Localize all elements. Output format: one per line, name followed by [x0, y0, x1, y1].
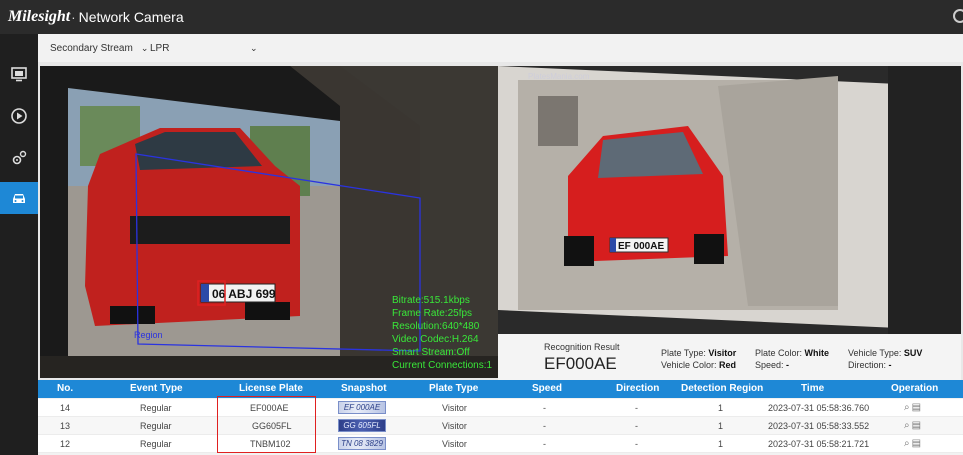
sidebar: [0, 34, 38, 455]
direction-info: Direction: -: [848, 360, 892, 370]
search-icon[interactable]: ⌕: [904, 420, 910, 431]
license-plate-highlight: [217, 396, 316, 453]
table-row[interactable]: 14 Regular EF000AE EF 000AE Visitor - - …: [38, 399, 963, 417]
osd-bitrate: Bitrate:515.1kbps: [392, 295, 470, 306]
plate-color-value: White: [804, 348, 830, 358]
chevron-down-icon: ⌄: [250, 42, 258, 53]
chevron-down-icon: ⌄: [140, 42, 149, 53]
search-icon[interactable]: ⌕: [904, 402, 910, 413]
vehicle-type-value: SUV: [903, 348, 923, 358]
sidebar-item-lpr[interactable]: [0, 182, 38, 214]
snapshot-scene: EF 000AE: [498, 66, 961, 334]
snapshot-thumbnail[interactable]: TN 08 3829: [338, 437, 386, 450]
col-snapshot: Snapshot: [341, 383, 387, 394]
plate-color-info: Plate Color: White: [755, 348, 830, 358]
brand-separator: ·: [71, 9, 76, 25]
col-direction: Direction: [616, 383, 660, 394]
top-bar: Milesight · Network Camera: [0, 0, 963, 34]
osd-smart-stream: Smart Stream:Off: [392, 347, 470, 358]
recognition-result-panel: Recognition Result EF000AE Plate Type: V…: [498, 334, 961, 380]
mode-select[interactable]: LPR ⌄: [150, 42, 258, 54]
col-no: No.: [57, 383, 74, 394]
monitor-icon: [11, 67, 27, 82]
vehicle-type-info: Vehicle Type: SUV: [848, 348, 923, 358]
operation-icons[interactable]: ⌕ ▤: [904, 399, 921, 417]
col-detection-region: Detection Region: [681, 383, 764, 394]
sidebar-item-playback[interactable]: [0, 100, 38, 132]
osd-overlay: Bitrate:515.1kbps Frame Rate:25fps Resol…: [392, 294, 492, 372]
toolbar: Secondary Stream ⌄ LPR ⌄: [38, 34, 963, 62]
vehicle-color-value: Red: [719, 360, 737, 370]
speed-value: -: [786, 360, 790, 370]
snapshot-thumbnail[interactable]: EF 000AE: [338, 401, 386, 414]
snapshot-viewer[interactable]: EF 000AE PlatesMania.com: [498, 66, 961, 334]
table-header: No. Event Type License Plate Snapshot Pl…: [38, 380, 963, 398]
direction-value: -: [888, 360, 892, 370]
video-area: 06 ABJ 699 Region Bitrate:515.1kbps Fram…: [38, 62, 963, 380]
detail-icon[interactable]: ▤: [912, 402, 921, 413]
stream-select[interactable]: Secondary Stream ⌄: [50, 43, 148, 54]
osd-connections: Current Connections:1: [392, 360, 493, 371]
search-icon[interactable]: ⌕: [904, 438, 910, 449]
car-icon: [13, 194, 25, 203]
osd-video-codec: Video Codec:H.264: [392, 334, 479, 345]
col-operation: Operation: [891, 383, 939, 394]
snapshot-thumbnail[interactable]: GG 605FL: [338, 419, 386, 432]
table-row[interactable]: 13 Regular GG605FL GG 605FL Visitor - - …: [38, 417, 963, 435]
sidebar-item-live-view[interactable]: [0, 58, 38, 90]
col-speed: Speed: [532, 383, 563, 394]
col-time: Time: [801, 383, 825, 394]
snapshot-watermark: PlatesMania.com: [528, 72, 590, 81]
roi-label: Region: [134, 330, 163, 340]
col-event-type: Event Type: [130, 383, 183, 394]
live-plate-text: 06 ABJ 699: [212, 287, 276, 301]
stream-select-value: Secondary Stream: [50, 42, 133, 54]
brand-logo: Milesight: [8, 8, 71, 25]
operation-icons[interactable]: ⌕ ▤: [904, 435, 921, 453]
plate-type-info: Plate Type: Visitor: [661, 348, 737, 358]
recognition-result-title: Recognition Result: [544, 342, 620, 352]
vehicle-color-info: Vehicle Color: Red: [661, 360, 737, 370]
snapshot-plate-text: EF 000AE: [618, 241, 664, 252]
gear-icon: [12, 150, 27, 165]
product-name: Network Camera: [78, 9, 184, 25]
sidebar-item-settings[interactable]: [0, 142, 38, 174]
osd-frame-rate: Frame Rate:25fps: [392, 308, 473, 319]
operation-icons[interactable]: ⌕ ▤: [904, 417, 921, 435]
detail-icon[interactable]: ▤: [912, 438, 921, 449]
osd-resolution: Resolution:640*480: [392, 321, 480, 332]
recognition-result-value: EF000AE: [544, 354, 617, 373]
play-circle-icon: [11, 108, 27, 124]
mode-select-value: LPR: [150, 42, 170, 54]
plate-type-value: Visitor: [708, 348, 737, 358]
table-row[interactable]: 12 Regular TNBM102 TN 08 3829 Visitor - …: [38, 435, 963, 453]
live-view-player[interactable]: 06 ABJ 699 Region Bitrate:515.1kbps Fram…: [40, 66, 498, 378]
settings-gear-icon[interactable]: [953, 9, 963, 23]
detail-icon[interactable]: ▤: [912, 420, 921, 431]
speed-info: Speed: -: [755, 360, 790, 370]
col-plate-type: Plate Type: [429, 383, 479, 394]
